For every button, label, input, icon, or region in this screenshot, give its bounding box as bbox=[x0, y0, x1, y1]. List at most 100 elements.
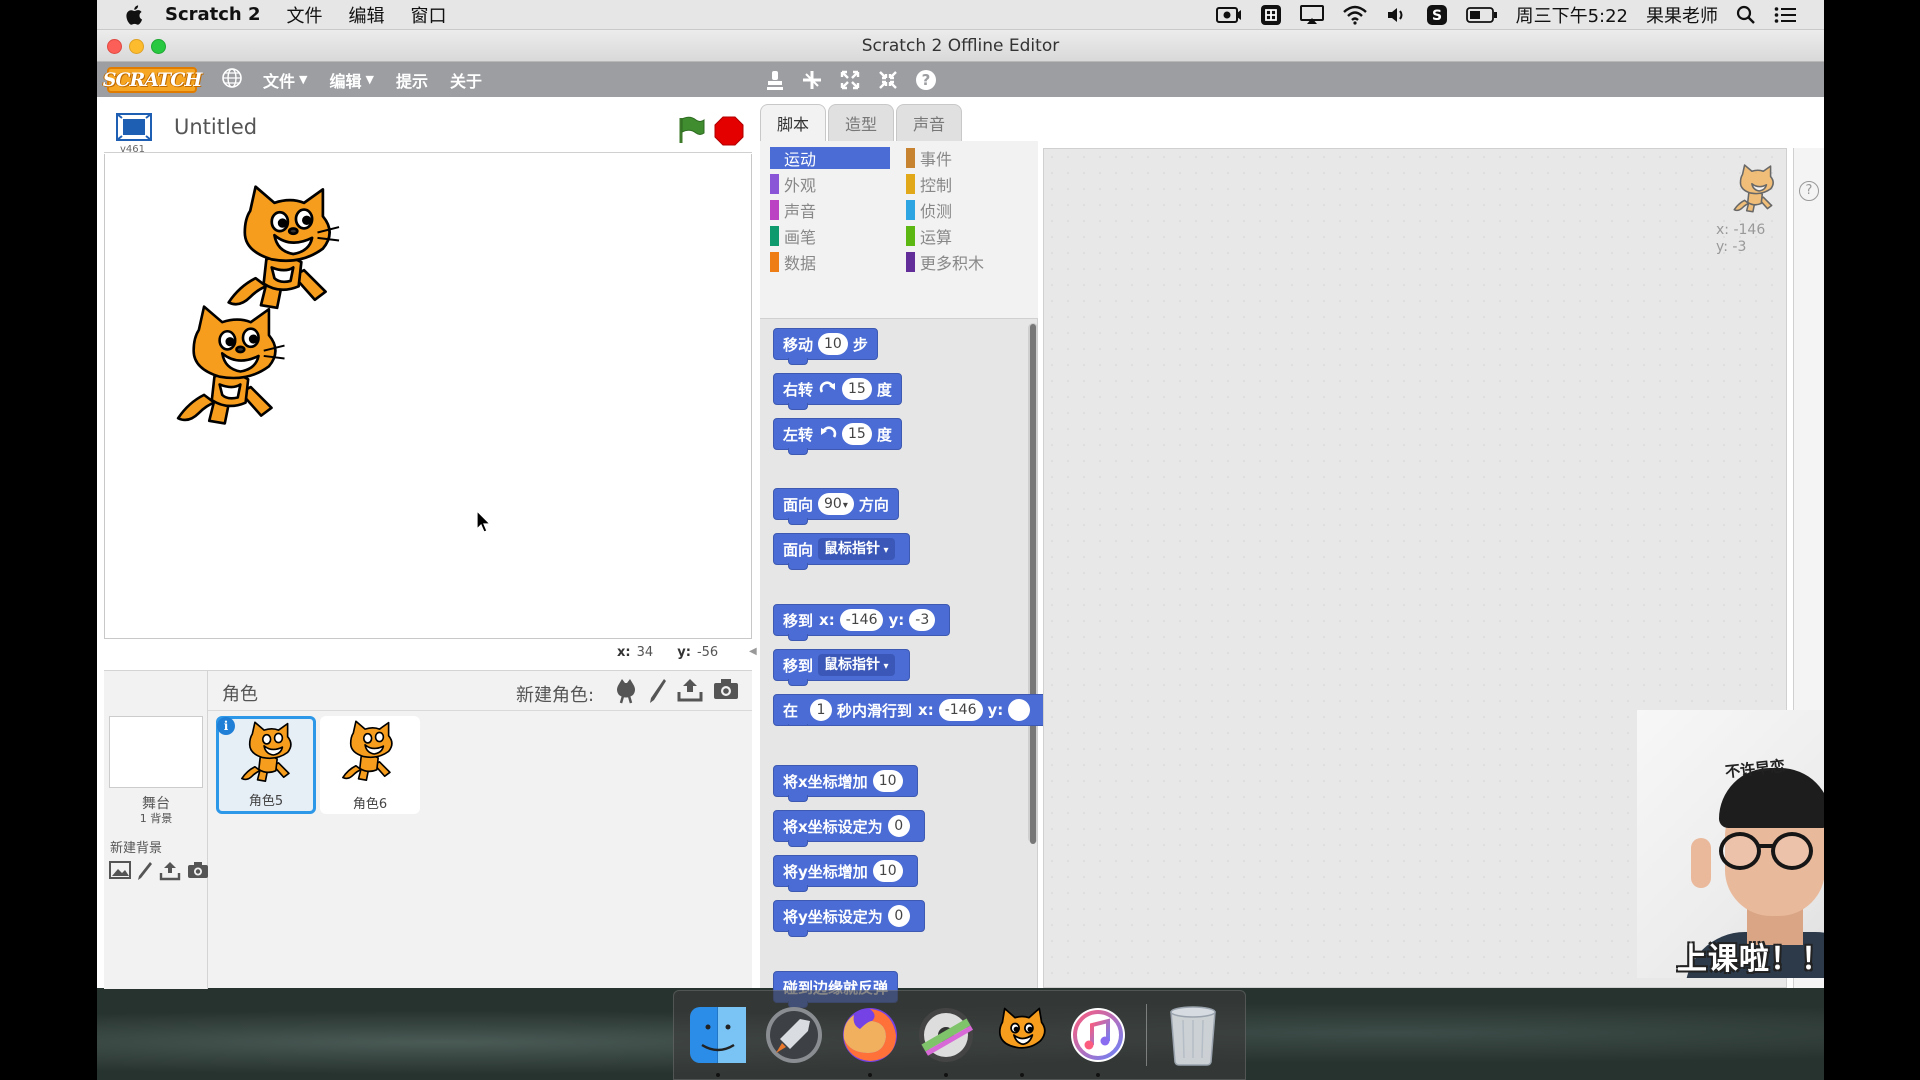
block-input[interactable]: 90 bbox=[818, 493, 854, 515]
block-input[interactable]: 10 bbox=[818, 333, 848, 355]
language-globe-icon[interactable] bbox=[221, 67, 243, 93]
window-titlebar[interactable]: Scratch 2 Offline Editor bbox=[97, 30, 1824, 62]
category-motion[interactable]: 运动 bbox=[770, 147, 890, 169]
block-change-x[interactable]: 将x坐标增加 10 bbox=[773, 765, 918, 802]
sogou-icon[interactable]: S bbox=[1426, 4, 1448, 26]
block-set-y[interactable]: 将y坐标设定为 0 bbox=[773, 900, 925, 937]
tab-scripts[interactable]: 脚本 bbox=[760, 104, 827, 141]
fullscreen-stage-icon[interactable] bbox=[116, 113, 152, 145]
sprite-tile-5[interactable]: i 角色5 bbox=[216, 716, 316, 814]
spotlight-icon[interactable] bbox=[1736, 5, 1756, 25]
airplay-icon[interactable] bbox=[1299, 4, 1324, 25]
dock-scratch-icon[interactable] bbox=[990, 1003, 1054, 1077]
block-turn-right[interactable]: 右转 15 度 bbox=[773, 373, 902, 410]
block-glide[interactable]: 在 1 秒内滑行到 x: -146 y: bbox=[773, 694, 1053, 726]
duplicate-stamp-icon[interactable] bbox=[765, 69, 785, 91]
green-flag-button[interactable] bbox=[676, 115, 706, 149]
block-set-x[interactable]: 将x坐标设定为 0 bbox=[773, 810, 925, 847]
block-help-icon[interactable]: ? bbox=[915, 69, 937, 91]
menubar-user[interactable]: 果果老师 bbox=[1646, 2, 1718, 28]
toolbar-menu-file[interactable]: 文件 ▼ bbox=[263, 68, 307, 92]
block-go-to[interactable]: 移到 鼠标指针 bbox=[773, 649, 910, 686]
block-dropdown[interactable]: 鼠标指针 bbox=[818, 654, 895, 676]
dock-itunes-icon[interactable] bbox=[1066, 1003, 1130, 1077]
menu-app-name[interactable]: Scratch 2 bbox=[165, 4, 261, 25]
block-input[interactable]: 15 bbox=[842, 378, 872, 400]
block-point-towards[interactable]: 面向 鼠标指针 bbox=[773, 533, 910, 570]
block-move-steps[interactable]: 移动 10 步 bbox=[773, 328, 878, 365]
block-input-y[interactable]: -3 bbox=[909, 609, 936, 631]
backdrop-upload-icon[interactable] bbox=[159, 861, 181, 881]
stop-button[interactable] bbox=[714, 116, 744, 150]
block-input-x[interactable]: -146 bbox=[938, 699, 983, 721]
block-input[interactable]: 10 bbox=[872, 770, 903, 792]
dock-photo-booth-icon[interactable] bbox=[914, 1003, 978, 1077]
menubar-clock[interactable]: 周三下午5:22 bbox=[1516, 2, 1628, 28]
category-more-blocks[interactable]: 更多积木 bbox=[906, 251, 1026, 273]
block-turn-left[interactable]: 左转 15 度 bbox=[773, 418, 902, 455]
toolbar-menu-tips[interactable]: 提示 bbox=[396, 68, 428, 92]
dock-firefox-icon[interactable] bbox=[838, 1003, 902, 1077]
category-looks[interactable]: 外观 bbox=[770, 173, 890, 195]
category-data[interactable]: 数据 bbox=[770, 251, 890, 273]
cat-sprite-5[interactable] bbox=[215, 184, 350, 324]
block-input-secs[interactable]: 1 bbox=[810, 699, 833, 721]
window-minimize-button[interactable] bbox=[129, 39, 144, 54]
stage-canvas[interactable] bbox=[104, 154, 752, 639]
scratch-logo[interactable]: SCRATCH bbox=[103, 66, 202, 93]
menu-file[interactable]: 文件 bbox=[287, 2, 323, 28]
block-input-x[interactable]: -146 bbox=[839, 609, 884, 631]
project-title-input[interactable] bbox=[174, 115, 474, 139]
sprite-info-icon[interactable]: i bbox=[217, 717, 235, 735]
block-input[interactable]: 0 bbox=[887, 905, 910, 927]
sprite-paint-icon[interactable] bbox=[649, 678, 667, 704]
window-close-button[interactable] bbox=[107, 39, 122, 54]
menu-edit[interactable]: 编辑 bbox=[349, 2, 385, 28]
dock-finder-icon[interactable] bbox=[686, 1003, 750, 1077]
battery-icon[interactable] bbox=[1465, 6, 1498, 24]
block-go-to-xy[interactable]: 移到 x: -146 y: -3 bbox=[773, 604, 951, 641]
sprite-library-icon[interactable] bbox=[613, 678, 639, 704]
backdrop-camera-icon[interactable] bbox=[187, 861, 209, 881]
category-sound[interactable]: 声音 bbox=[770, 199, 890, 221]
volume-icon[interactable] bbox=[1386, 5, 1408, 25]
sprite-tile-6[interactable]: 角色6 bbox=[320, 716, 420, 814]
screen-record-icon[interactable] bbox=[1215, 5, 1242, 25]
menu-window[interactable]: 窗口 bbox=[411, 2, 447, 28]
category-control[interactable]: 控制 bbox=[906, 173, 1026, 195]
stage-thumbnail[interactable] bbox=[109, 716, 203, 788]
category-sensing[interactable]: 侦测 bbox=[906, 199, 1026, 221]
sprite-camera-icon[interactable] bbox=[713, 678, 739, 704]
tab-costumes[interactable]: 造型 bbox=[828, 104, 895, 141]
dock-launchpad-icon[interactable] bbox=[762, 1003, 826, 1067]
notification-center-icon[interactable] bbox=[1774, 6, 1796, 24]
block-change-y[interactable]: 将y坐标增加 10 bbox=[773, 855, 918, 892]
window-zoom-button[interactable] bbox=[151, 39, 166, 54]
block-point-in-direction[interactable]: 面向 90 方向 bbox=[773, 488, 899, 525]
backdrop-paint-icon[interactable] bbox=[137, 861, 153, 881]
block-input-y[interactable] bbox=[1008, 699, 1031, 721]
grow-icon[interactable] bbox=[839, 69, 861, 91]
collapse-stage-icon[interactable]: ◀ bbox=[749, 646, 759, 660]
sprite-upload-icon[interactable] bbox=[677, 678, 703, 704]
block-dropdown[interactable]: 鼠标指针 bbox=[818, 538, 895, 560]
palette-scroll-thumb[interactable] bbox=[1030, 324, 1036, 844]
cat-sprite-6[interactable] bbox=[165, 304, 295, 439]
category-operators[interactable]: 运算 bbox=[906, 225, 1026, 247]
tab-sounds[interactable]: 声音 bbox=[896, 104, 963, 141]
category-events[interactable]: 事件 bbox=[906, 147, 1026, 169]
delete-scissors-icon[interactable] bbox=[801, 69, 823, 91]
shrink-icon[interactable] bbox=[877, 69, 899, 91]
toolbar-menu-about[interactable]: 关于 bbox=[450, 68, 482, 92]
toolbar-menu-edit[interactable]: 编辑 ▼ bbox=[329, 68, 373, 92]
apple-icon[interactable] bbox=[125, 4, 145, 26]
block-input[interactable]: 10 bbox=[872, 860, 903, 882]
block-input[interactable]: 0 bbox=[887, 815, 910, 837]
dock-trash-icon[interactable] bbox=[1161, 1003, 1225, 1067]
backdrop-library-icon[interactable] bbox=[109, 861, 131, 881]
block-input[interactable]: 15 bbox=[842, 423, 872, 445]
wifi-icon[interactable] bbox=[1342, 5, 1368, 25]
help-question-icon[interactable]: ? bbox=[1799, 181, 1819, 201]
category-pen[interactable]: 画笔 bbox=[770, 225, 890, 247]
input-method-icon[interactable] bbox=[1260, 4, 1282, 26]
